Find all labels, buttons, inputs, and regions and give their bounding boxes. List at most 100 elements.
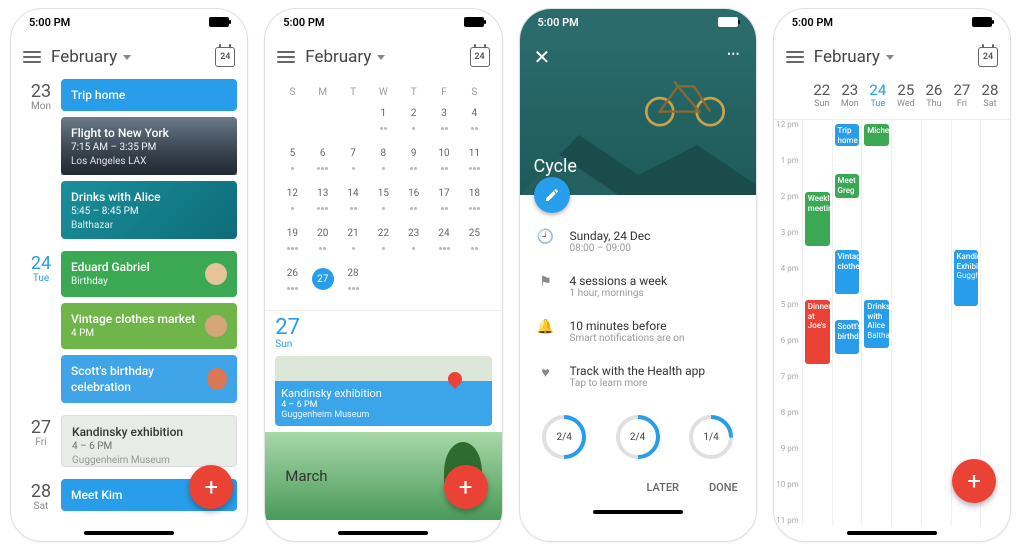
cal-day[interactable] xyxy=(459,262,489,302)
week-day[interactable]: 28Sat xyxy=(976,81,1004,109)
week-day[interactable]: 25Wed xyxy=(892,81,920,109)
cal-day[interactable] xyxy=(429,262,459,302)
cal-day[interactable]: 22 xyxy=(368,222,398,262)
week-event[interactable]: Vintage clothes xyxy=(835,250,860,294)
event-card[interactable]: Trip home xyxy=(61,79,237,111)
chevron-down-icon xyxy=(886,55,894,60)
home-indicator[interactable] xyxy=(265,525,501,541)
cal-day[interactable]: 27 xyxy=(308,262,338,302)
battery-icon xyxy=(209,17,229,27)
cal-day[interactable]: 13 xyxy=(308,182,338,222)
cal-day[interactable] xyxy=(368,262,398,302)
phone-week: 5:00 PM February 24 22Sun23Mon24Tue25Wed… xyxy=(773,8,1011,542)
app-bar: February 24 xyxy=(11,35,247,79)
cal-day[interactable]: 1 xyxy=(368,102,398,142)
cal-day[interactable]: 15 xyxy=(368,182,398,222)
cal-day[interactable]: 12 xyxy=(277,182,307,222)
month-grid[interactable]: SMTWTFS 12345678910111213141516171819202… xyxy=(265,79,501,311)
event-card[interactable]: Vintage clothes market4 PM xyxy=(61,303,237,349)
month-picker[interactable]: February xyxy=(814,47,894,67)
cal-day[interactable]: 6 xyxy=(308,142,338,182)
cal-day[interactable]: 20 xyxy=(308,222,338,262)
cal-day[interactable]: 14 xyxy=(338,182,368,222)
fab-create[interactable]: + xyxy=(952,459,996,503)
week-event[interactable]: Michelle xyxy=(864,124,889,146)
phone-detail: 5:00 PM ✕ ⋯ Cycle 🕘Sunday, 24 Dec08:00 –… xyxy=(519,8,757,542)
week-day[interactable]: 26Thu xyxy=(920,81,948,109)
detail-row-reminder[interactable]: 🔔10 minutes beforeSmart notifications ar… xyxy=(534,309,742,354)
cal-day[interactable] xyxy=(338,102,368,142)
battery-icon xyxy=(972,17,992,27)
event-card[interactable]: Drinks with Alice5:45 – 8:45 PMBalthazar xyxy=(61,181,237,239)
cal-day[interactable]: 21 xyxy=(338,222,368,262)
done-button[interactable]: DONE xyxy=(709,481,738,494)
month-picker[interactable]: February xyxy=(305,47,385,67)
week-event[interactable]: Kandinsky ExhibitionGuggheim xyxy=(954,250,979,306)
today-icon[interactable]: 24 xyxy=(470,47,490,67)
week-day[interactable]: 23Mon xyxy=(836,81,864,109)
detail-row-health[interactable]: ♥Track with the Health appTap to learn m… xyxy=(534,354,742,399)
cal-day[interactable]: 25 xyxy=(459,222,489,262)
cal-day[interactable]: 2 xyxy=(399,102,429,142)
fab-create[interactable]: + xyxy=(444,465,488,509)
menu-icon[interactable] xyxy=(786,51,804,63)
event-card[interactable]: Flight to New York7:15 AM – 3:35 PMLos A… xyxy=(61,117,237,175)
agenda-list[interactable]: 23Mon Trip home Flight to New York7:15 A… xyxy=(11,79,247,525)
month-picker[interactable]: February xyxy=(51,47,131,67)
status-time: 5:00 PM xyxy=(29,16,70,29)
cal-day[interactable]: 3 xyxy=(429,102,459,142)
bike-icon xyxy=(640,69,730,129)
week-day[interactable]: 27Fri xyxy=(948,81,976,109)
progress-rings: 2/4 2/4 1/4 xyxy=(520,403,756,471)
week-event[interactable]: Drinks with AliceBalthazar xyxy=(864,300,889,348)
event-card[interactable]: Scott's birthday celebration xyxy=(61,355,237,403)
week-event[interactable]: Meet Greg xyxy=(835,174,860,198)
cal-day[interactable]: 17 xyxy=(429,182,459,222)
event-card[interactable]: Eduard GabrielBirthday xyxy=(61,251,237,297)
cal-day[interactable]: 10 xyxy=(429,142,459,182)
cal-day[interactable]: 7 xyxy=(338,142,368,182)
cal-day[interactable]: 23 xyxy=(399,222,429,262)
detail-hero: ✕ ⋯ Cycle xyxy=(520,35,756,195)
week-header: 22Sun23Mon24Tue25Wed26Thu27Fri28Sat xyxy=(774,79,1010,120)
week-event[interactable]: Trip home xyxy=(835,124,860,146)
cal-day[interactable] xyxy=(277,102,307,142)
week-event[interactable]: Scott's birthday xyxy=(835,320,860,354)
agenda-below-month[interactable]: 27Sun Kandinsky exhibition4 – 6 PMGuggen… xyxy=(265,311,501,525)
date-label: 23Mon xyxy=(21,79,61,245)
home-indicator[interactable] xyxy=(11,525,247,541)
week-day[interactable]: 24Tue xyxy=(864,81,892,109)
cal-day[interactable]: 18 xyxy=(459,182,489,222)
app-bar: February 24 xyxy=(265,35,501,79)
menu-icon[interactable] xyxy=(277,51,295,63)
cal-day[interactable]: 24 xyxy=(429,222,459,262)
close-icon[interactable]: ✕ xyxy=(534,45,551,69)
week-event[interactable]: Weekly meeting xyxy=(805,192,830,246)
cal-day[interactable]: 11 xyxy=(459,142,489,182)
event-card[interactable]: Kandinsky exhibition4 – 6 PMGuggenheim M… xyxy=(275,356,491,426)
cal-day[interactable]: 5 xyxy=(277,142,307,182)
edit-fab[interactable] xyxy=(534,177,570,213)
detail-row-time[interactable]: 🕘Sunday, 24 Dec08:00 – 09:00 xyxy=(534,219,742,264)
week-day[interactable]: 22Sun xyxy=(808,81,836,109)
home-indicator[interactable] xyxy=(520,504,756,520)
today-icon[interactable]: 24 xyxy=(215,47,235,67)
cal-day[interactable] xyxy=(399,262,429,302)
cal-day[interactable]: 9 xyxy=(399,142,429,182)
detail-row-sessions[interactable]: ⚑4 sessions a week1 hour, mornings xyxy=(534,264,742,309)
cal-day[interactable]: 8 xyxy=(368,142,398,182)
cal-day[interactable]: 16 xyxy=(399,182,429,222)
fab-create[interactable]: + xyxy=(189,465,233,509)
later-button[interactable]: LATER xyxy=(646,481,679,494)
cal-day[interactable]: 19 xyxy=(277,222,307,262)
event-card[interactable]: Kandinsky exhibition4 – 6 PMGuggenheim M… xyxy=(61,415,237,467)
cal-day[interactable]: 4 xyxy=(459,102,489,142)
week-event[interactable]: Dinner at Joe's xyxy=(805,300,830,364)
cal-day[interactable]: 26 xyxy=(277,262,307,302)
home-indicator[interactable] xyxy=(774,525,1010,541)
cal-day[interactable]: 28 xyxy=(338,262,368,302)
cal-day[interactable] xyxy=(308,102,338,142)
more-icon[interactable]: ⋯ xyxy=(727,47,742,62)
menu-icon[interactable] xyxy=(23,51,41,63)
today-icon[interactable]: 24 xyxy=(978,47,998,67)
